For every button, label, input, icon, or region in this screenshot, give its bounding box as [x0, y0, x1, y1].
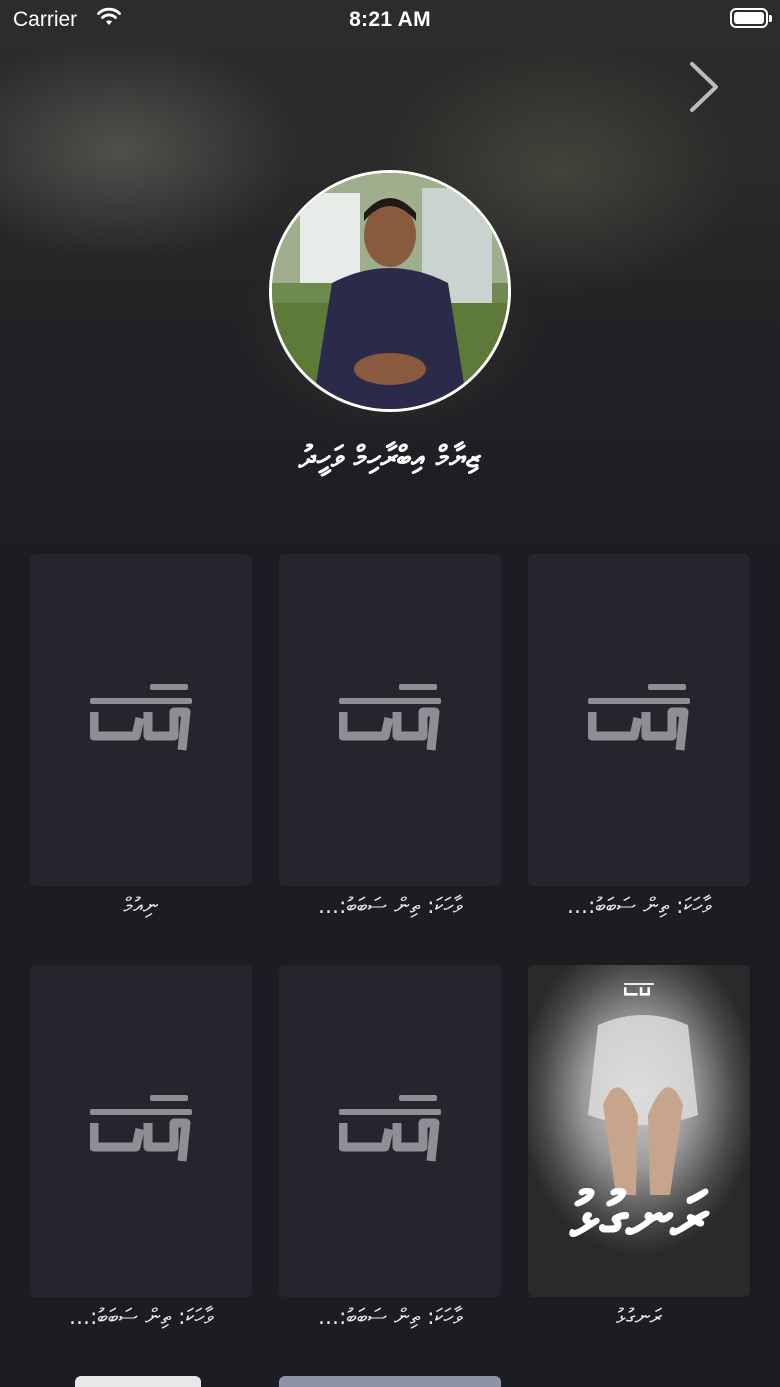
book-card[interactable]: ވާހަކަ: ތިން ސަބަބު:...: [279, 965, 501, 1330]
book-card-peek[interactable]: [75, 1376, 201, 1387]
book-title[interactable]: ވާހަކަ: ތިން ސަބަބު:...: [528, 894, 750, 919]
author-avatar: [269, 170, 511, 412]
author-name: ޒިޔާމް އިބްރާހިމް ވަހީދު: [298, 440, 482, 475]
book-title[interactable]: ވާހަކަ: ތިން ސަބަބު:...: [279, 1305, 501, 1330]
book-cover-image[interactable]: ރަނގުޅު: [528, 965, 750, 1297]
book-cover[interactable]: [30, 965, 252, 1297]
clock: 8:21 AM: [349, 8, 431, 31]
battery-icon: [730, 8, 772, 28]
book-card[interactable]: ވާހަކަ: ތިން ސަބަބު:...: [30, 965, 252, 1330]
publisher-logo-icon: [90, 1095, 192, 1162]
book-title[interactable]: ރަނގުޅު: [528, 1305, 750, 1330]
book-card[interactable]: ވާހަކަ: ތިން ސަބަބު:...: [279, 554, 501, 919]
book-cover[interactable]: [528, 554, 750, 886]
cover-title-text: ރަނގުޅު: [570, 1177, 708, 1255]
cover-figure: [588, 1015, 698, 1195]
publisher-logo-icon: [339, 1095, 441, 1162]
book-title[interactable]: ނިއުމް: [30, 894, 252, 919]
book-title[interactable]: ވާހަކަ: ތިން ސަބަބު:...: [279, 894, 501, 919]
book-cover[interactable]: [279, 554, 501, 886]
publisher-logo-icon: [588, 684, 690, 751]
publisher-logo-icon: [624, 983, 654, 996]
publisher-logo-icon: [339, 684, 441, 751]
book-card[interactable]: ރަނގުޅު ރަނގުޅު: [528, 965, 750, 1330]
chevron-right-icon[interactable]: [680, 58, 730, 116]
book-cover[interactable]: [279, 965, 501, 1297]
book-card-peek[interactable]: [279, 1376, 501, 1387]
book-cover[interactable]: [30, 554, 252, 886]
book-card[interactable]: ނިއުމް: [30, 554, 252, 919]
book-title[interactable]: ވާހަކަ: ތިން ސަބަބު:...: [30, 1305, 252, 1330]
status-bar: Carrier 8:21 AM: [0, 0, 780, 40]
publisher-logo-icon: [90, 684, 192, 751]
book-card[interactable]: ވާހަކަ: ތިން ސަބަބު:...: [528, 554, 750, 919]
